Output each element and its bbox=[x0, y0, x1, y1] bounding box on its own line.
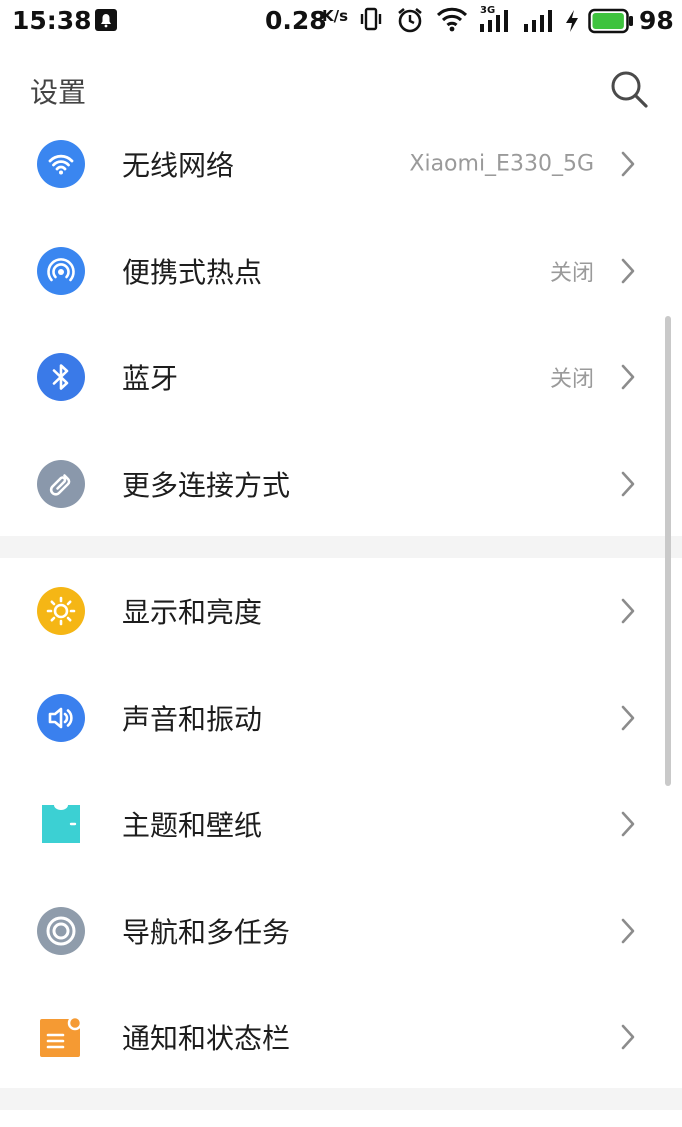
settings-label: 声音和振动 bbox=[122, 702, 263, 736]
settings-row-theme[interactable]: 主题和壁纸 bbox=[0, 771, 682, 878]
vibrate-icon bbox=[358, 6, 384, 36]
sun-icon bbox=[37, 587, 85, 636]
chevron-right-icon bbox=[618, 810, 638, 838]
notification-bell-icon bbox=[94, 8, 118, 36]
section-divider bbox=[0, 536, 682, 558]
chevron-right-icon bbox=[618, 1023, 638, 1051]
signal-icon bbox=[522, 10, 556, 36]
settings-value: 关闭 bbox=[549, 260, 594, 286]
connection-settings-group: 无线网络 Xiaomi_E330_5G 便携式热点 关闭 蓝牙 关闭 更多连接方… bbox=[0, 111, 682, 537]
search-icon bbox=[611, 71, 648, 108]
chevron-right-icon bbox=[618, 150, 638, 178]
wifi-status-icon bbox=[436, 6, 468, 38]
battery-percent: 98 bbox=[639, 6, 674, 35]
chevron-right-icon bbox=[618, 917, 638, 945]
wifi-icon bbox=[37, 140, 85, 189]
hotspot-icon bbox=[37, 246, 85, 295]
status-time: 15:38 bbox=[12, 6, 92, 35]
settings-label: 更多连接方式 bbox=[122, 468, 291, 502]
shirt-icon bbox=[37, 800, 85, 848]
battery-icon bbox=[588, 8, 634, 38]
speaker-icon bbox=[37, 693, 85, 742]
settings-label: 便携式热点 bbox=[122, 255, 263, 289]
charging-icon bbox=[564, 9, 580, 37]
settings-row-display[interactable]: 显示和亮度 bbox=[0, 558, 682, 665]
chevron-right-icon bbox=[618, 704, 638, 732]
chevron-right-icon bbox=[618, 597, 638, 625]
page-title: 设置 bbox=[30, 76, 87, 109]
navigation-icon bbox=[37, 906, 85, 955]
settings-value: Xiaomi_E330_5G bbox=[409, 151, 594, 177]
signal-3g-icon bbox=[478, 10, 512, 36]
settings-row-notifications[interactable]: 通知和状态栏 bbox=[0, 984, 682, 1091]
bluetooth-icon bbox=[37, 353, 85, 402]
settings-label: 显示和亮度 bbox=[122, 596, 263, 630]
chevron-right-icon bbox=[618, 470, 638, 498]
settings-row-hotspot[interactable]: 便携式热点 关闭 bbox=[0, 218, 682, 325]
settings-label: 无线网络 bbox=[122, 149, 235, 183]
device-settings-group: 显示和亮度 声音和振动 主题和壁纸 导航和多任务 通知和状态栏 bbox=[0, 558, 682, 1091]
settings-label: 主题和壁纸 bbox=[122, 809, 263, 843]
settings-value: 关闭 bbox=[549, 367, 594, 393]
settings-row-bluetooth[interactable]: 蓝牙 关闭 bbox=[0, 324, 682, 431]
notification-icon bbox=[37, 1013, 85, 1061]
chevron-right-icon bbox=[618, 363, 638, 391]
status-bar: 15:38 0.28 K/s 3G 98 bbox=[0, 0, 682, 42]
alarm-icon bbox=[396, 6, 424, 38]
settings-label: 蓝牙 bbox=[122, 362, 179, 396]
search-button[interactable] bbox=[608, 68, 650, 110]
settings-label: 通知和状态栏 bbox=[122, 1022, 291, 1056]
scrollbar[interactable] bbox=[665, 316, 671, 786]
settings-row-more-connections[interactable]: 更多连接方式 bbox=[0, 431, 682, 538]
settings-label: 导航和多任务 bbox=[122, 915, 291, 949]
network-speed-unit: K/s bbox=[322, 7, 349, 25]
network-speed: 0.28 bbox=[265, 6, 327, 35]
chevron-right-icon bbox=[618, 257, 638, 285]
link-icon bbox=[37, 459, 85, 508]
settings-row-wifi[interactable]: 无线网络 Xiaomi_E330_5G bbox=[0, 111, 682, 218]
settings-row-navigation[interactable]: 导航和多任务 bbox=[0, 878, 682, 985]
settings-row-sound[interactable]: 声音和振动 bbox=[0, 665, 682, 772]
section-divider bbox=[0, 1088, 682, 1110]
